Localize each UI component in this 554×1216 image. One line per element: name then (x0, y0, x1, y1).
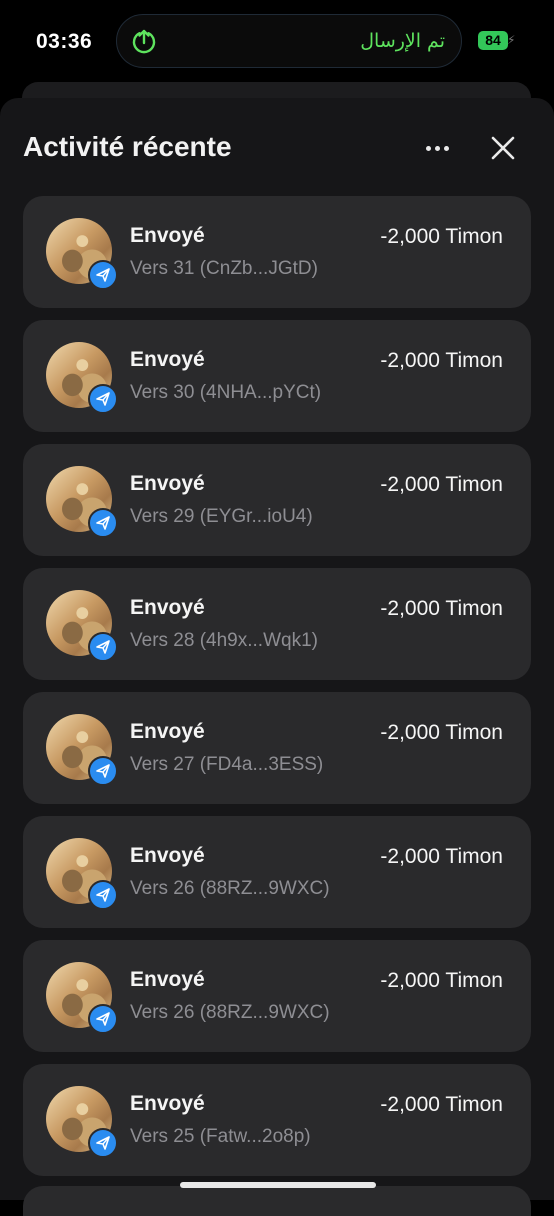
transaction-item[interactable]: Envoyé Vers 26 (88RZ...9WXC) -2,000 Timon (23, 816, 531, 928)
transaction-item[interactable]: Envoyé Vers 26 (88RZ...9WXC) -2,000 Timon (23, 940, 531, 1052)
transaction-recipient: Vers 29 (EYGr...ioU4) (130, 506, 313, 527)
status-bar: 03:36 تم الإرسال 84 ⚡ (0, 0, 554, 86)
transaction-type: Envoyé (130, 348, 205, 371)
send-arrow-icon (88, 260, 118, 290)
transaction-amount: -2,000 Timon (380, 225, 503, 248)
transaction-item[interactable]: Envoyé Vers 27 (FD4a...3ESS) -2,000 Timon (23, 692, 531, 804)
transaction-type: Envoyé (130, 224, 205, 247)
charging-icon: ⚡ (507, 33, 516, 47)
transaction-amount: -2,000 Timon (380, 845, 503, 868)
send-arrow-icon (88, 756, 118, 786)
send-arrow-icon (88, 1004, 118, 1034)
battery-indicator: 84 (478, 31, 508, 50)
transaction-item[interactable]: Envoyé Vers 28 (4h9x...Wqk1) -2,000 Timon (23, 568, 531, 680)
transaction-amount: -2,000 Timon (380, 473, 503, 496)
transaction-type: Envoyé (130, 844, 205, 867)
send-arrow-icon (88, 384, 118, 414)
transaction-amount: -2,000 Timon (380, 969, 503, 992)
close-icon[interactable] (487, 132, 519, 164)
transaction-amount: -2,000 Timon (380, 721, 503, 744)
transaction-item[interactable]: Envoyé Vers 31 (CnZb...JGtD) -2,000 Timon (23, 196, 531, 308)
transaction-amount: -2,000 Timon (380, 597, 503, 620)
list-item-partial (23, 1186, 531, 1216)
dynamic-island[interactable]: تم الإرسال (116, 14, 462, 68)
transaction-recipient: Vers 27 (FD4a...3ESS) (130, 754, 324, 775)
transaction-type: Envoyé (130, 1092, 205, 1115)
transaction-recipient: Vers 30 (4NHA...pYCt) (130, 382, 322, 403)
home-indicator[interactable] (180, 1182, 376, 1188)
transaction-type: Envoyé (130, 596, 205, 619)
transaction-amount: -2,000 Timon (380, 1093, 503, 1116)
send-arrow-icon (88, 880, 118, 910)
transaction-recipient: Vers 25 (Fatw...2o8p) (130, 1126, 311, 1147)
transaction-item[interactable]: Envoyé Vers 29 (EYGr...ioU4) -2,000 Timon (23, 444, 531, 556)
transaction-recipient: Vers 31 (CnZb...JGtD) (130, 258, 318, 279)
transaction-recipient: Vers 28 (4h9x...Wqk1) (130, 630, 318, 651)
page-title: Activité récente (23, 131, 232, 162)
transaction-type: Envoyé (130, 968, 205, 991)
status-time: 03:36 (36, 30, 93, 53)
transaction-recipient: Vers 26 (88RZ...9WXC) (130, 1002, 330, 1023)
transaction-recipient: Vers 26 (88RZ...9WXC) (130, 878, 330, 899)
send-arrow-icon (88, 1128, 118, 1158)
transaction-item[interactable]: Envoyé Vers 25 (Fatw...2o8p) -2,000 Timon (23, 1064, 531, 1176)
send-arrow-icon (88, 508, 118, 538)
more-options-button[interactable] (420, 134, 456, 162)
transaction-item[interactable]: Envoyé Vers 30 (4NHA...pYCt) -2,000 Timon (23, 320, 531, 432)
upload-icon (132, 29, 156, 54)
transaction-amount: -2,000 Timon (380, 349, 503, 372)
island-status-text: تم الإرسال (360, 30, 445, 52)
transaction-type: Envoyé (130, 720, 205, 743)
transaction-type: Envoyé (130, 472, 205, 495)
more-dots-icon (426, 146, 431, 151)
send-arrow-icon (88, 632, 118, 662)
